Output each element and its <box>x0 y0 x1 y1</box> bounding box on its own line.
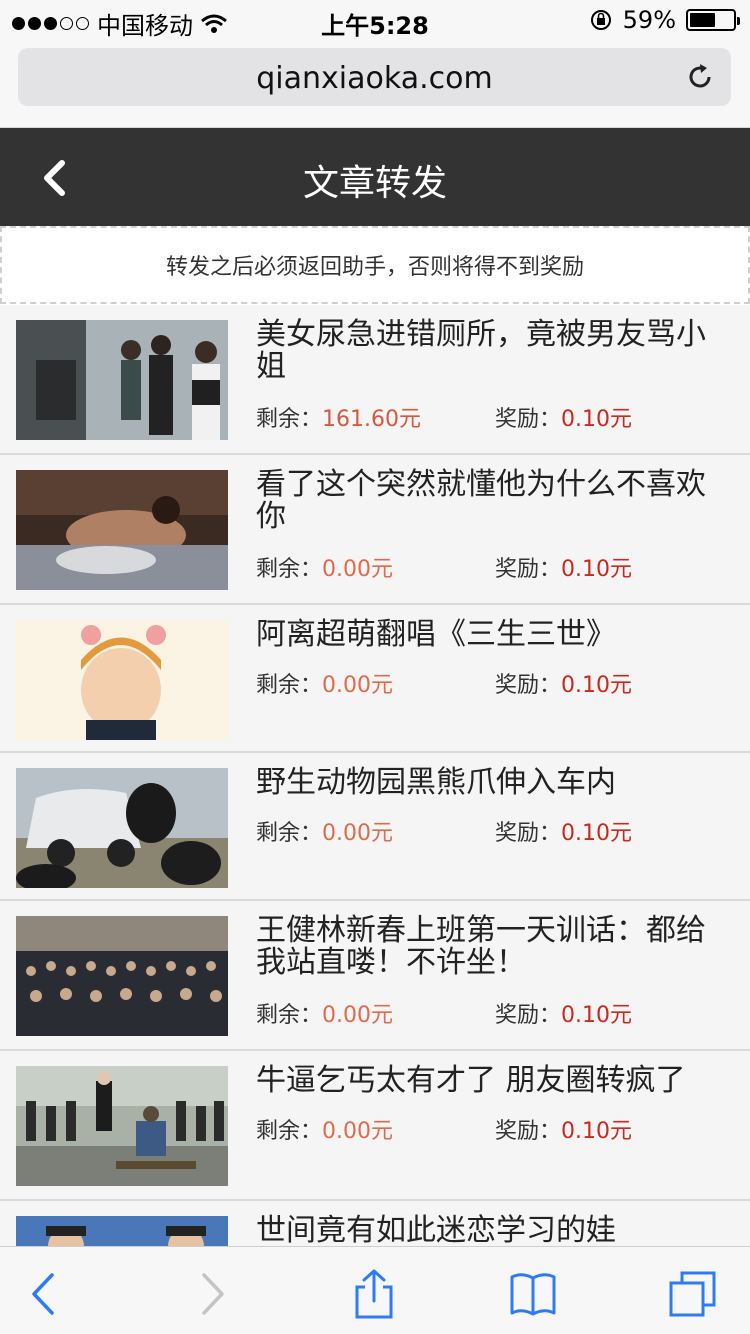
article-thumbnail <box>16 620 228 740</box>
article-title[interactable]: 看了这个突然就懂他为什么不喜欢你 <box>256 469 726 533</box>
reward-label: 奖励： <box>495 1003 562 1028</box>
status-right: 59% <box>589 6 740 34</box>
article-title[interactable]: 世间竟有如此迷恋学习的娃 <box>256 1215 726 1247</box>
tabs-icon[interactable] <box>668 1269 718 1319</box>
remain-label: 剩余： <box>256 1003 323 1028</box>
address-bar[interactable]: qianxiaoka.com <box>18 48 731 106</box>
reward-value: 0.10元 <box>561 673 633 698</box>
remain-value: 0.00元 <box>322 1119 394 1144</box>
article-thumbnail <box>16 320 228 440</box>
share-icon[interactable] <box>349 1269 399 1319</box>
remain-label: 剩余： <box>256 407 323 432</box>
battery-percent: 59% <box>622 6 676 34</box>
reload-icon[interactable] <box>685 62 715 92</box>
article-title[interactable]: 野生动物园黑熊爪伸入车内 <box>256 767 726 799</box>
browser-forward-icon[interactable] <box>186 1269 236 1319</box>
reward-value: 0.10元 <box>561 1003 633 1028</box>
status-bar: 中国移动 上午5:28 59% <box>0 0 750 40</box>
forward-notice: 转发之后必须返回助手，否则将得不到奖励 <box>0 226 750 304</box>
article-thumbnail <box>16 470 228 590</box>
article-title[interactable]: 美女尿急进错厕所，竟被男友骂小姐 <box>256 319 726 383</box>
orientation-lock-icon <box>590 10 611 30</box>
remain-amount: 剩余：0.00元 <box>256 1113 393 1145</box>
reward-amount: 奖励：0.10元 <box>495 551 632 583</box>
browser-address-area: qianxiaoka.com <box>0 40 750 128</box>
article-thumbnail <box>16 1066 228 1186</box>
article-item[interactable]: 看了这个突然就懂他为什么不喜欢你 剩余：0.00元 奖励：0.10元 <box>0 455 750 605</box>
article-item[interactable]: 阿离超萌翻唱《三生三世》 剩余：0.00元 奖励：0.10元 <box>0 605 750 753</box>
reward-value: 0.10元 <box>561 821 633 846</box>
remain-value: 0.00元 <box>322 673 394 698</box>
reward-label: 奖励： <box>495 1119 562 1144</box>
reward-value: 0.10元 <box>561 407 633 432</box>
reward-amount: 奖励：0.10元 <box>495 401 632 433</box>
reward-label: 奖励： <box>495 821 562 846</box>
browser-toolbar <box>0 1246 750 1334</box>
remain-amount: 剩余：161.60元 <box>256 401 421 433</box>
reward-label: 奖励： <box>495 557 562 582</box>
remain-value: 0.00元 <box>322 557 394 582</box>
reward-label: 奖励： <box>495 673 562 698</box>
article-item[interactable]: 美女尿急进错厕所，竟被男友骂小姐 剩余：161.60元 奖励：0.10元 <box>0 305 750 455</box>
url-text[interactable]: qianxiaoka.com <box>18 61 731 96</box>
bookmarks-icon[interactable] <box>508 1269 558 1319</box>
remain-amount: 剩余：0.00元 <box>256 997 393 1029</box>
reward-label: 奖励： <box>495 407 562 432</box>
remain-value: 161.60元 <box>322 407 421 432</box>
article-title[interactable]: 阿离超萌翻唱《三生三世》 <box>256 619 726 651</box>
browser-back-icon[interactable] <box>20 1269 70 1319</box>
article-thumbnail <box>16 916 228 1036</box>
battery-fill <box>690 13 715 27</box>
remain-value: 0.00元 <box>322 821 394 846</box>
article-title[interactable]: 王健林新春上班第一天训话：都给我站直喽！不许坐！ <box>256 915 726 979</box>
reward-value: 0.10元 <box>561 557 633 582</box>
reward-amount: 奖励：0.10元 <box>495 815 632 847</box>
article-thumbnail <box>16 768 228 888</box>
remain-label: 剩余： <box>256 673 323 698</box>
reward-value: 0.10元 <box>561 1119 633 1144</box>
app-header: 文章转发 <box>0 128 750 226</box>
article-item[interactable]: 王健林新春上班第一天训话：都给我站直喽！不许坐！ 剩余：0.00元 奖励：0.1… <box>0 901 750 1051</box>
remain-value: 0.00元 <box>322 1003 394 1028</box>
remain-label: 剩余： <box>256 1119 323 1144</box>
page-title: 文章转发 <box>302 163 447 204</box>
reward-amount: 奖励：0.10元 <box>495 997 632 1029</box>
reward-amount: 奖励：0.10元 <box>495 1113 632 1145</box>
remain-label: 剩余： <box>256 821 323 846</box>
remain-amount: 剩余：0.00元 <box>256 667 393 699</box>
remain-label: 剩余： <box>256 557 323 582</box>
remain-amount: 剩余：0.00元 <box>256 815 393 847</box>
article-title[interactable]: 牛逼乞丐太有才了 朋友圈转疯了 <box>256 1065 726 1097</box>
battery-icon <box>686 9 740 31</box>
article-item[interactable]: 牛逼乞丐太有才了 朋友圈转疯了 剩余：0.00元 奖励：0.10元 <box>0 1051 750 1201</box>
article-item[interactable]: 野生动物园黑熊爪伸入车内 剩余：0.00元 奖励：0.10元 <box>0 753 750 901</box>
reward-amount: 奖励：0.10元 <box>495 667 632 699</box>
remain-amount: 剩余：0.00元 <box>256 551 393 583</box>
